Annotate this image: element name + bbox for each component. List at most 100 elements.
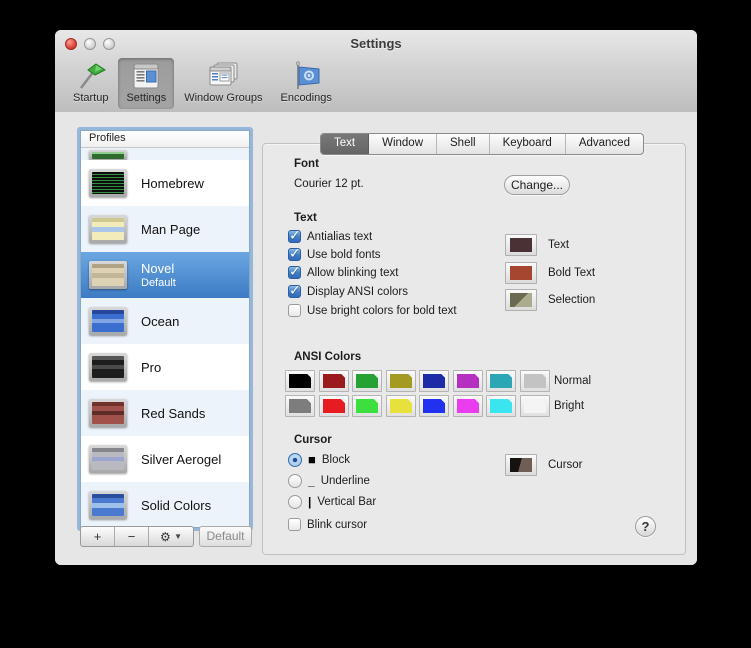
- profile-thumbnail: [89, 399, 127, 427]
- text-section-heading: Text: [294, 212, 317, 224]
- title-bar[interactable]: Settings: [55, 30, 697, 58]
- checkbox-display-ansi-colors[interactable]: Display ANSI colors: [288, 282, 408, 299]
- radio-cursor-block[interactable]: ■ Block: [288, 452, 350, 467]
- window-groups-icon: [209, 62, 238, 86]
- checkbox-blink-cursor[interactable]: Blink cursor: [288, 518, 367, 531]
- profile-name: Solid Colors: [141, 497, 212, 513]
- checkbox-allow-blinking-text[interactable]: Allow blinking text: [288, 263, 398, 280]
- toolbar-item-startup[interactable]: Startup: [65, 58, 116, 109]
- block-cursor-glyph: ■: [308, 452, 316, 467]
- profile-row-silver-aerogel[interactable]: Silver Aerogel: [81, 436, 249, 482]
- startup-flag-icon: [79, 63, 106, 89]
- checkbox-checked-icon: [288, 282, 301, 299]
- profile-row-partial[interactable]: [81, 148, 249, 160]
- ansi-color-well-black[interactable]: [285, 370, 315, 392]
- content-area: Profiles Homebrew Man Page Novel Default: [55, 112, 697, 565]
- cursor-section-heading: Cursor: [294, 434, 332, 446]
- ansi-bright-well-yellow[interactable]: [385, 395, 416, 417]
- tab-window[interactable]: Window: [369, 134, 437, 154]
- ansi-colors-heading: ANSI Colors: [294, 351, 362, 363]
- checkbox-use-bold-fonts[interactable]: Use bold fonts: [288, 245, 381, 262]
- bold-text-color-well[interactable]: [505, 262, 537, 284]
- help-button[interactable]: ?: [635, 516, 656, 537]
- radio-cursor-vertical-bar[interactable]: | Vertical Bar: [288, 495, 376, 509]
- selection-color-well[interactable]: [505, 289, 537, 311]
- profile-thumbnail: [89, 445, 127, 473]
- ansi-color-well-red[interactable]: [318, 370, 349, 392]
- remove-profile-button[interactable]: −: [115, 527, 149, 546]
- add-profile-button[interactable]: +: [81, 527, 115, 546]
- ansi-color-well-yellow[interactable]: [385, 370, 416, 392]
- selection-color-label: Selection: [548, 294, 596, 306]
- ansi-bright-well-magenta[interactable]: [452, 395, 483, 417]
- profile-name: Novel: [141, 261, 175, 276]
- checkbox-unchecked-icon: [288, 304, 301, 317]
- settings-window: Settings Startup Settings Window Groups …: [55, 30, 697, 565]
- ansi-bright-well-green[interactable]: [352, 395, 382, 417]
- profile-row-red-sands[interactable]: Red Sands: [81, 390, 249, 436]
- profile-default-badge: Default: [141, 277, 176, 289]
- checkbox-unchecked-icon: [288, 518, 301, 531]
- ansi-bright-well-blue[interactable]: [419, 395, 449, 417]
- profile-name: Man Page: [141, 221, 201, 237]
- underline-cursor-glyph: _: [308, 474, 315, 488]
- profiles-list[interactable]: Profiles Homebrew Man Page Novel Default: [80, 130, 250, 528]
- toolbar-item-settings[interactable]: Settings: [118, 58, 175, 109]
- tab-advanced[interactable]: Advanced: [566, 134, 643, 154]
- encodings-un-flag-icon: [296, 61, 320, 89]
- profile-thumbnail: [89, 169, 127, 197]
- profile-row-man-page[interactable]: Man Page: [81, 206, 249, 252]
- font-value: Courier 12 pt.: [294, 178, 364, 190]
- cursor-color-well[interactable]: [505, 454, 537, 476]
- tab-text[interactable]: Text: [321, 134, 370, 154]
- profile-row-pro[interactable]: Pro: [81, 344, 249, 390]
- ansi-bright-well-white[interactable]: [519, 395, 550, 417]
- profile-list-actions: + − ⚙ ▼ Default: [80, 526, 252, 547]
- ansi-color-well-cyan[interactable]: [486, 370, 516, 392]
- text-color-well[interactable]: [505, 234, 537, 256]
- bold-text-color-label: Bold Text: [548, 267, 596, 279]
- window-title: Settings: [350, 36, 402, 51]
- checkbox-checked-icon: [288, 245, 301, 262]
- tab-shell[interactable]: Shell: [437, 134, 490, 154]
- ansi-bright-well-black[interactable]: [285, 395, 315, 417]
- profile-thumbnail: [89, 353, 127, 381]
- toolbar-item-encodings[interactable]: Encodings: [272, 58, 339, 109]
- profile-thumbnail: [89, 491, 127, 519]
- toolbar-label: Window Groups: [184, 92, 263, 104]
- profile-row-solid-colors[interactable]: Solid Colors: [81, 482, 249, 527]
- profile-thumbnail: [89, 307, 127, 335]
- default-button[interactable]: Default: [199, 526, 252, 547]
- profile-thumbnail: [89, 215, 127, 243]
- ansi-bright-label: Bright: [554, 400, 585, 412]
- ansi-normal-label: Normal: [554, 375, 592, 387]
- radio-cursor-underline[interactable]: _ Underline: [288, 474, 370, 488]
- ansi-color-well-green[interactable]: [352, 370, 382, 392]
- profile-row-ocean[interactable]: Ocean: [81, 298, 249, 344]
- checkbox-use-bright-colors[interactable]: Use bright colors for bold text: [288, 304, 457, 317]
- profile-actions-menu-button[interactable]: ⚙ ▼: [149, 527, 193, 546]
- settings-tab-bar: Text Window Shell Keyboard Advanced: [320, 133, 644, 155]
- ansi-color-well-magenta[interactable]: [452, 370, 483, 392]
- ansi-normal-row: [285, 370, 553, 392]
- radio-unselected-icon: [288, 495, 302, 509]
- tab-keyboard[interactable]: Keyboard: [490, 134, 566, 154]
- ansi-color-well-white[interactable]: [519, 370, 550, 392]
- toolbar-item-window-groups[interactable]: Window Groups: [176, 58, 270, 109]
- text-color-label: Text: [548, 239, 570, 251]
- profile-name: Ocean: [141, 313, 180, 329]
- change-font-button[interactable]: Change...: [504, 175, 570, 195]
- ansi-bright-well-red[interactable]: [318, 395, 349, 417]
- toolbar: Startup Settings Window Groups Encodings: [55, 58, 697, 112]
- ansi-color-well-blue[interactable]: [419, 370, 449, 392]
- window-chrome: Settings Startup Settings Window Groups …: [55, 30, 697, 113]
- chevron-down-icon: ▼: [174, 532, 183, 541]
- profile-row-novel-selected[interactable]: Novel Default: [81, 252, 249, 298]
- profile-row-homebrew[interactable]: Homebrew: [81, 160, 249, 206]
- vertical-bar-cursor-glyph: |: [308, 495, 312, 509]
- toolbar-label: Settings: [126, 92, 167, 104]
- checkbox-antialias-text[interactable]: Antialias text: [288, 227, 372, 244]
- profile-name: Pro: [141, 359, 162, 375]
- font-section-heading: Font: [294, 158, 319, 170]
- ansi-bright-well-cyan[interactable]: [486, 395, 516, 417]
